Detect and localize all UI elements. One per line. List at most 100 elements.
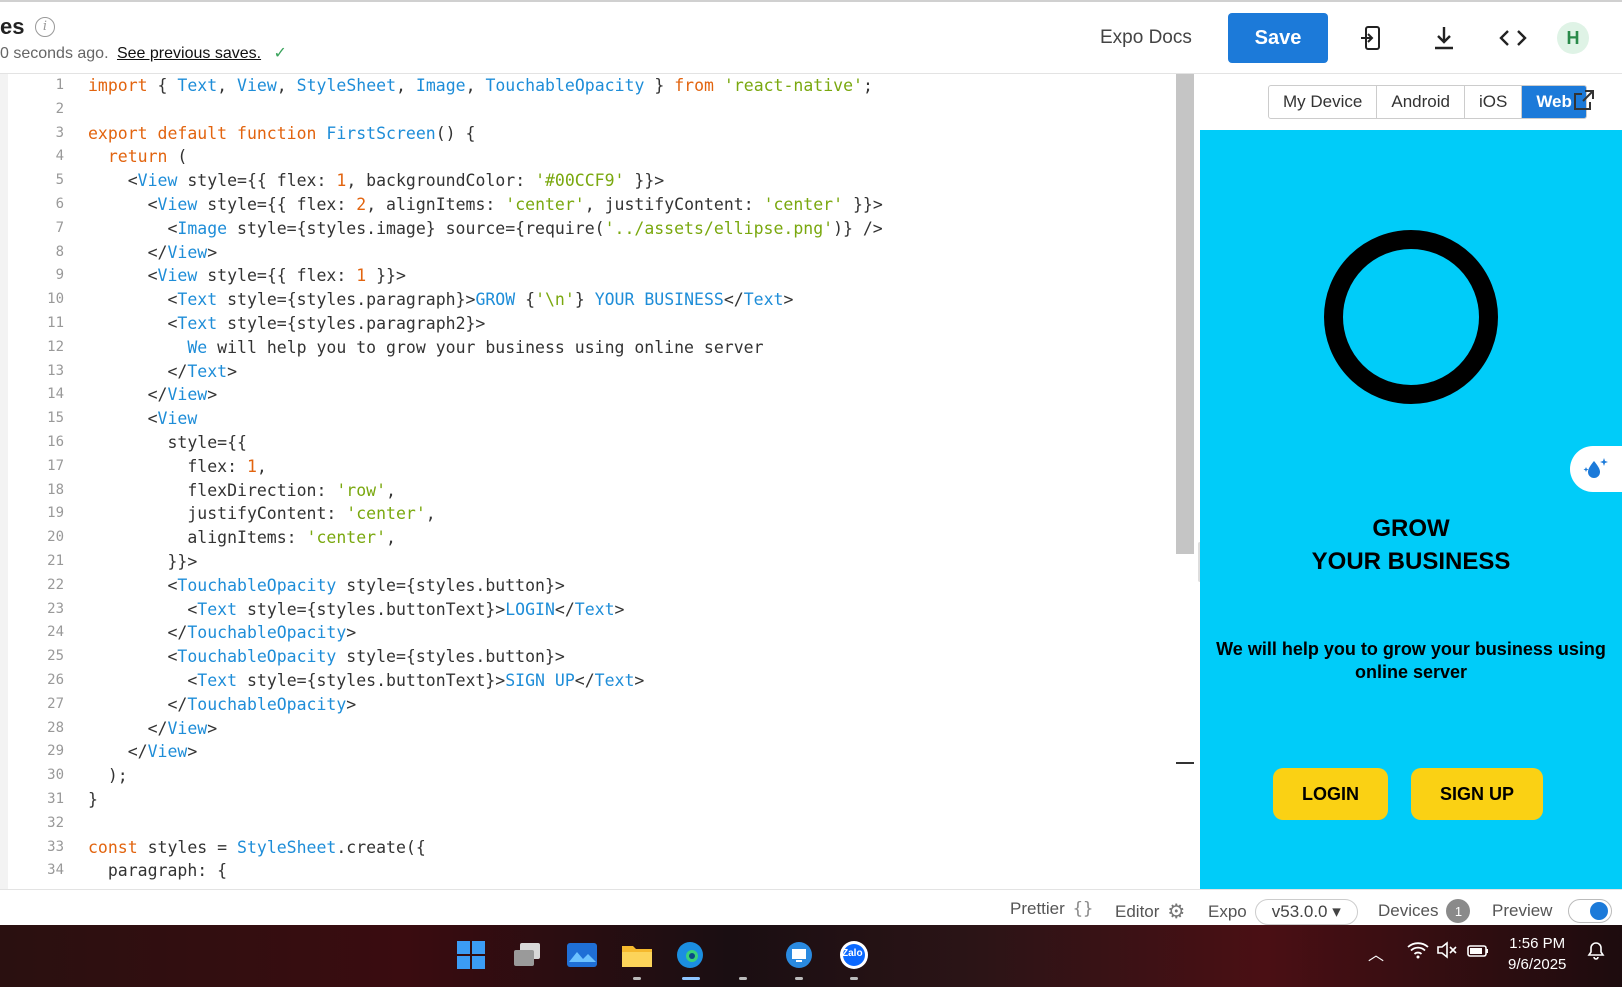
line-number: 8 — [55, 243, 64, 260]
sdk-version-select[interactable]: v53.0.0 ▾ — [1254, 899, 1358, 925]
code-line[interactable]: <View — [88, 407, 883, 431]
code-line[interactable]: return ( — [88, 145, 883, 169]
file-explorer-icon[interactable] — [620, 940, 654, 970]
code-line[interactable] — [88, 812, 883, 836]
start-menu-icon[interactable] — [454, 940, 488, 970]
code-line[interactable]: </TouchableOpacity> — [88, 621, 883, 645]
windows-taskbar: Zalo ︿ 1:56 PM 9/6/2025 — [0, 925, 1622, 987]
line-number: 13 — [47, 362, 64, 379]
save-status: 0 seconds ago. See previous saves. ✓ — [0, 43, 287, 63]
preview-label: Preview — [1492, 901, 1553, 920]
line-number: 9 — [55, 267, 64, 284]
code-line[interactable]: <TouchableOpacity style={styles.button}> — [88, 645, 883, 669]
line-number: 7 — [55, 219, 64, 236]
download-icon[interactable] — [1428, 22, 1460, 54]
task-view-icon[interactable] — [510, 940, 544, 970]
code-line[interactable]: }}> — [88, 550, 883, 574]
line-number: 16 — [47, 433, 64, 450]
line-number: 34 — [47, 862, 64, 879]
code-line[interactable]: export default function FirstScreen() { — [88, 122, 883, 146]
save-button[interactable]: Save — [1228, 13, 1328, 63]
photos-app-icon[interactable] — [565, 940, 599, 970]
previous-saves-link[interactable]: See previous saves. — [117, 45, 261, 62]
code-line[interactable]: } — [88, 788, 883, 812]
code-editor[interactable]: 1 2 3 4 5 6 7 8 9 10 11 12 13 14 15 16 17 18 19 20 21 22 23 24 2… — [0, 74, 1200, 889]
code-line[interactable]: <View style={{ flex: 1 }}> — [88, 264, 883, 288]
wifi-icon[interactable] — [1407, 941, 1429, 964]
app-heading-line2: YOUR BUSINESS — [1311, 548, 1511, 575]
show-hidden-icons-chevron-icon[interactable]: ︿ — [1368, 941, 1384, 965]
preview-toggle[interactable] — [1568, 899, 1613, 923]
editor-settings[interactable]: Editor ⚙ — [1115, 899, 1185, 924]
check-icon: ✓ — [273, 45, 287, 62]
code-line[interactable]: <Image style={styles.image} source={requ… — [88, 217, 883, 241]
battery-icon[interactable] — [1466, 941, 1490, 964]
info-icon[interactable]: i — [35, 17, 55, 37]
code-line[interactable]: const styles = StyleSheet.create({ — [88, 836, 883, 860]
line-number: 6 — [55, 195, 64, 212]
code-line[interactable]: </View> — [88, 383, 883, 407]
app-heading: GROW YOUR BUSINESS — [1200, 512, 1622, 578]
line-number: 22 — [47, 576, 64, 593]
line-number: 33 — [47, 838, 64, 855]
edge-browser-icon[interactable] — [673, 940, 707, 970]
line-number: 31 — [47, 790, 64, 807]
line-number: 17 — [47, 457, 64, 474]
code-line[interactable]: We will help you to grow your business u… — [88, 336, 883, 360]
notification-icon[interactable] — [1586, 941, 1606, 966]
project-title[interactable]: es — [0, 14, 24, 40]
signup-button[interactable]: SIGN UP — [1411, 768, 1543, 820]
embed-code-icon[interactable] — [1497, 22, 1529, 54]
line-number: 2 — [55, 100, 64, 117]
line-number: 20 — [47, 529, 64, 546]
code-line[interactable]: </View> — [88, 740, 883, 764]
code-line[interactable]: <View style={{ flex: 2, alignItems: 'cen… — [88, 193, 883, 217]
expo-snack-window: es i 0 seconds ago. See previous saves. … — [0, 0, 1622, 927]
code-line[interactable]: <View style={{ flex: 1, backgroundColor:… — [88, 169, 883, 193]
line-number: 18 — [47, 481, 64, 498]
devices-button[interactable]: Devices 1 — [1378, 899, 1471, 923]
code-line[interactable]: import { Text, View, StyleSheet, Image, … — [88, 74, 883, 98]
system-clock[interactable]: 1:56 PM 9/6/2025 — [1508, 933, 1566, 975]
expo-docs-link[interactable]: Expo Docs — [1100, 27, 1192, 49]
code-line[interactable]: alignItems: 'center', — [88, 526, 883, 550]
running-indicator — [633, 977, 641, 980]
code-line[interactable]: </View> — [88, 717, 883, 741]
tab-ios[interactable]: iOS — [1465, 86, 1523, 118]
editor-scrollbar[interactable] — [1176, 74, 1194, 554]
tab-my-device[interactable]: My Device — [1269, 86, 1378, 118]
line-number: 5 — [55, 172, 64, 189]
code-line[interactable]: </TouchableOpacity> — [88, 693, 883, 717]
login-button[interactable]: LOGIN — [1273, 768, 1388, 820]
gear-icon: ⚙ — [1167, 901, 1186, 923]
code-content[interactable]: import { Text, View, StyleSheet, Image, … — [88, 74, 883, 883]
tab-android[interactable]: Android — [1377, 86, 1465, 118]
code-line[interactable]: flexDirection: 'row', — [88, 479, 883, 503]
code-line[interactable]: flex: 1, — [88, 455, 883, 479]
code-line[interactable]: <Text style={styles.buttonText}>LOGIN</T… — [88, 598, 883, 622]
user-avatar[interactable]: H — [1557, 22, 1589, 54]
code-line[interactable]: <Text style={styles.paragraph2}> — [88, 312, 883, 336]
muted-speaker-icon[interactable] — [1436, 941, 1458, 964]
line-number: 28 — [47, 719, 64, 736]
expo-label: Expo — [1208, 902, 1247, 921]
code-line[interactable]: <Text style={styles.buttonText}>SIGN UP<… — [88, 669, 883, 693]
prettier-toggle[interactable]: Prettier {} — [1010, 899, 1093, 919]
code-line[interactable]: justifyContent: 'center', — [88, 502, 883, 526]
code-line[interactable]: </Text> — [88, 360, 883, 384]
code-line[interactable]: <TouchableOpacity style={styles.button}> — [88, 574, 883, 598]
code-line[interactable]: <Text style={styles.paragraph}>GROW {'\n… — [88, 288, 883, 312]
import-icon[interactable] — [1355, 22, 1387, 54]
open-external-icon[interactable] — [1572, 88, 1598, 114]
code-line[interactable]: ); — [88, 764, 883, 788]
running-indicator — [850, 977, 858, 980]
running-indicator — [795, 977, 803, 980]
code-line[interactable]: paragraph: { — [88, 859, 883, 883]
zalo-app-icon[interactable]: Zalo — [837, 940, 871, 970]
devices-count-badge: 1 — [1446, 899, 1471, 923]
ai-assist-icon[interactable] — [1570, 446, 1622, 492]
code-line[interactable]: style={{ — [88, 431, 883, 455]
code-line[interactable] — [88, 98, 883, 122]
code-line[interactable]: </View> — [88, 241, 883, 265]
remote-desktop-icon[interactable] — [782, 940, 816, 970]
